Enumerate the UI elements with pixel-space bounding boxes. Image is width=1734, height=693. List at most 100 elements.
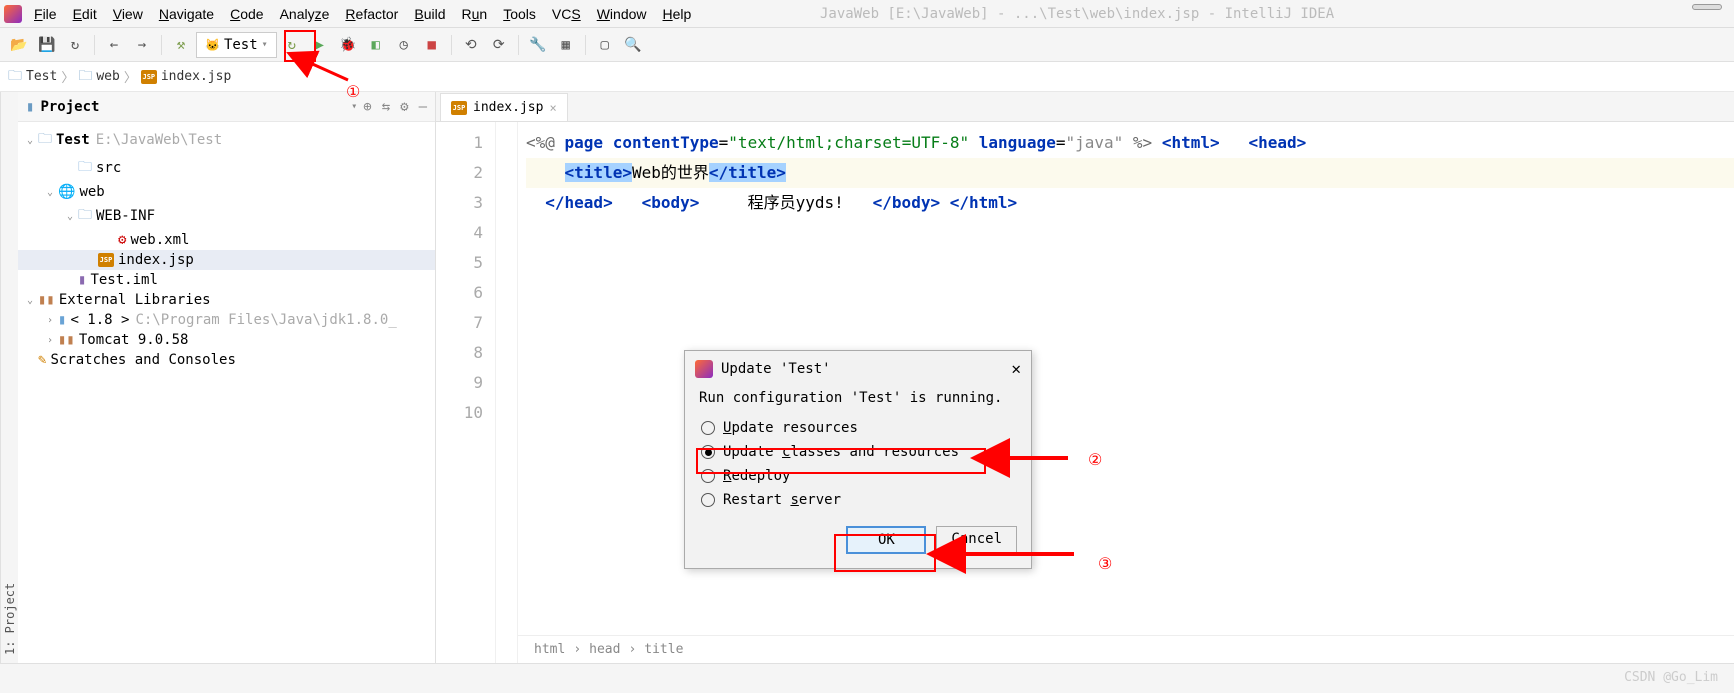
folder-icon: 🗀 xyxy=(78,204,92,228)
gear-icon[interactable]: ⚙ xyxy=(400,99,408,115)
rerun2-icon[interactable]: ⟳ xyxy=(486,32,512,58)
open-icon[interactable]: 📂 xyxy=(6,32,32,58)
dialog-titlebar[interactable]: Update 'Test' ✕ xyxy=(685,351,1031,386)
xml-icon: ⚙ xyxy=(118,232,126,248)
menu-file[interactable]: File xyxy=(34,6,57,22)
breadcrumb-item[interactable]: 🗀Test xyxy=(8,65,57,89)
radio-icon xyxy=(701,493,715,507)
profile-icon[interactable]: ◷ xyxy=(391,32,417,58)
editor-breadcrumb: html› head› title xyxy=(518,635,1734,663)
tree-item-extlib[interactable]: ⌄▮▮External Libraries xyxy=(18,290,435,310)
project-tree: ⌄🗀TestE:\JavaWeb\Test 🗀src ⌄🌐web ⌄🗀WEB-I… xyxy=(18,122,435,663)
target-icon[interactable]: ⊕ xyxy=(363,99,371,115)
menu-help[interactable]: Help xyxy=(663,6,692,22)
menu-tools[interactable]: Tools xyxy=(503,6,536,22)
menu-code[interactable]: Code xyxy=(230,6,263,22)
tree-item-webinf[interactable]: ⌄🗀WEB-INF xyxy=(18,202,435,230)
tab-label: index.jsp xyxy=(473,100,543,115)
menu-refactor[interactable]: Refactor xyxy=(345,6,398,22)
app-logo-icon xyxy=(695,360,713,378)
toolbar: 📂 💾 ↻ ← → ⚒ 🐱 Test ▾ ↻ ▶ 🐞 ◧ ◷ ■ ⟲ ⟳ 🔧 ▦… xyxy=(0,28,1734,62)
tree-item-src[interactable]: 🗀src xyxy=(18,154,435,182)
tree-item-web[interactable]: ⌄🌐web xyxy=(18,182,435,202)
project-icon: ▮ xyxy=(26,99,34,115)
chevron-down-icon[interactable]: ▾ xyxy=(351,101,357,112)
folder-icon: 🗀 xyxy=(78,65,92,89)
radio-restart[interactable]: Restart server xyxy=(699,488,1017,512)
back-icon[interactable]: ← xyxy=(101,32,127,58)
update-app-icon[interactable]: ↻ xyxy=(279,32,305,58)
tree-item-scratch[interactable]: ✎Scratches and Consoles xyxy=(18,350,435,370)
scratch-icon: ✎ xyxy=(38,352,46,368)
jsp-icon: JSP xyxy=(451,101,467,115)
sidebar-title: Project xyxy=(40,99,345,115)
hammer-icon[interactable]: ⚒ xyxy=(168,32,194,58)
editor-area: JSP index.jsp × 12345678910 <%@ page con… xyxy=(436,92,1734,663)
rerun-icon[interactable]: ⟲ xyxy=(458,32,484,58)
menu-run[interactable]: Run xyxy=(462,6,488,22)
minimize-icon[interactable]: — xyxy=(419,99,427,115)
crumb-item[interactable]: head xyxy=(589,635,620,665)
menu-navigate[interactable]: Navigate xyxy=(159,6,214,22)
editor-tab[interactable]: JSP index.jsp × xyxy=(440,93,568,121)
project-structure-icon[interactable]: ▦ xyxy=(553,32,579,58)
library-icon: ▮▮ xyxy=(38,292,55,308)
menu-build[interactable]: Build xyxy=(414,6,445,22)
tree-item-iml[interactable]: ▮Test.iml xyxy=(18,270,435,290)
ok-button[interactable]: OK xyxy=(846,526,926,554)
breadcrumb-item[interactable]: JSPindex.jsp xyxy=(141,69,231,84)
chevron-right-icon: 〉 xyxy=(61,67,74,86)
breadcrumb: 🗀Test 〉 🗀web 〉 JSPindex.jsp xyxy=(0,62,1734,92)
menu-edit[interactable]: Edit xyxy=(73,6,97,22)
save-icon[interactable]: 💾 xyxy=(34,32,60,58)
editor[interactable]: 12345678910 <%@ page contentType="text/h… xyxy=(436,122,1734,663)
refresh-icon[interactable]: ↻ xyxy=(62,32,88,58)
fold-margin[interactable] xyxy=(496,122,518,663)
debug-icon[interactable]: 🐞 xyxy=(335,32,361,58)
sidebar-header: ▮ Project ▾ ⊕ ⇆ ⚙ — xyxy=(18,92,435,122)
run-config-label: Test xyxy=(224,37,258,53)
search-icon[interactable]: 🔍 xyxy=(620,32,646,58)
forward-icon[interactable]: → xyxy=(129,32,155,58)
status-bar xyxy=(0,663,1734,693)
coverage-icon[interactable]: ◧ xyxy=(363,32,389,58)
lib-icon: ▮▮ xyxy=(58,332,75,348)
titlebar: File Edit View Navigate Code Analyze Ref… xyxy=(0,0,1734,28)
run-config-selector[interactable]: 🐱 Test ▾ xyxy=(196,32,277,58)
wrench-icon[interactable]: 🔧 xyxy=(525,32,551,58)
radio-update-resources[interactable]: Update resources xyxy=(699,416,1017,440)
left-gutter-tab[interactable]: 1: Project xyxy=(0,92,18,663)
menu-vcs[interactable]: VCS xyxy=(552,6,581,22)
collapse-icon[interactable]: ⇆ xyxy=(382,99,390,115)
close-icon[interactable]: ✕ xyxy=(1011,359,1021,378)
chevron-down-icon: ▾ xyxy=(262,39,268,50)
menu-window[interactable]: Window xyxy=(597,6,647,22)
tree-item-root[interactable]: ⌄🗀TestE:\JavaWeb\Test xyxy=(18,126,435,154)
menu-view[interactable]: View xyxy=(113,6,143,22)
app-logo-icon xyxy=(4,5,22,23)
tomcat-icon: 🐱 xyxy=(205,38,220,52)
window-control-icon[interactable] xyxy=(1692,4,1722,10)
radio-icon xyxy=(701,469,715,483)
menu-analyze[interactable]: Analyze xyxy=(280,6,330,22)
module-icon: 🗀 xyxy=(38,128,52,152)
tree-item-indexjsp[interactable]: JSPindex.jsp xyxy=(18,250,435,270)
radio-update-classes[interactable]: Update classes and resources xyxy=(699,440,1017,464)
tree-item-jdk[interactable]: ›▮< 1.8 >C:\Program Files\Java\jdk1.8.0_ xyxy=(18,310,435,330)
box-icon[interactable]: ▢ xyxy=(592,32,618,58)
crumb-item[interactable]: title xyxy=(644,635,683,665)
menubar: File Edit View Navigate Code Analyze Ref… xyxy=(34,6,691,22)
project-sidebar: ▮ Project ▾ ⊕ ⇆ ⚙ — ⌄🗀TestE:\JavaWeb\Tes… xyxy=(18,92,436,663)
editor-tabbar: JSP index.jsp × xyxy=(436,92,1734,122)
tree-item-webxml[interactable]: ⚙web.xml xyxy=(18,230,435,250)
folder-icon: 🗀 xyxy=(8,65,22,89)
tree-item-tomcat[interactable]: ›▮▮Tomcat 9.0.58 xyxy=(18,330,435,350)
close-icon[interactable]: × xyxy=(549,101,556,115)
crumb-item[interactable]: html xyxy=(534,635,565,665)
dialog-title: Update 'Test' xyxy=(721,361,831,377)
breadcrumb-item[interactable]: 🗀web xyxy=(78,65,119,89)
run-icon[interactable]: ▶ xyxy=(307,32,333,58)
cancel-button[interactable]: Cancel xyxy=(936,526,1017,554)
radio-redeploy[interactable]: Redeploy xyxy=(699,464,1017,488)
stop-icon[interactable]: ■ xyxy=(419,32,445,58)
